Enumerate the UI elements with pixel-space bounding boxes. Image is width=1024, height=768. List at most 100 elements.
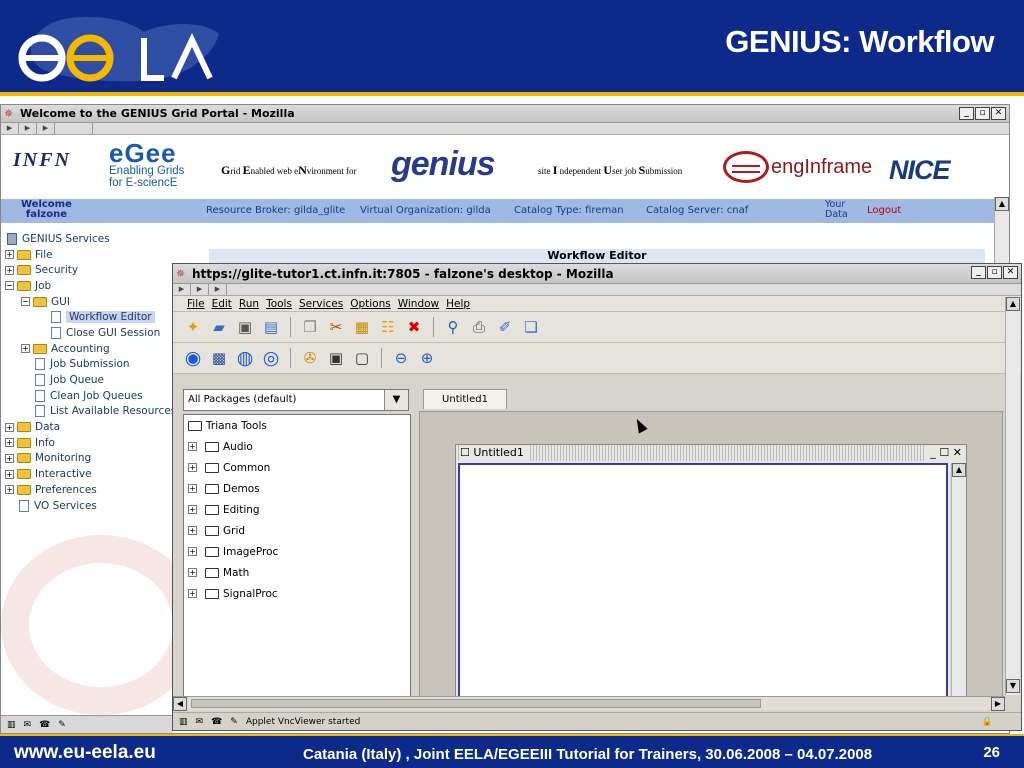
tree-item[interactable]: − Job <box>1 278 197 294</box>
delete-icon[interactable]: ✖ <box>404 317 424 337</box>
scroll-down-icon[interactable]: ▼ <box>1006 679 1020 693</box>
new-file-icon[interactable]: ✦ <box>183 317 203 337</box>
tree-item[interactable]: + Data <box>1 419 197 435</box>
tree-item[interactable]: VO Services <box>1 498 197 514</box>
tree-item[interactable]: + Interactive <box>1 466 197 482</box>
workflow-canvas[interactable] <box>458 463 948 699</box>
maximize-button[interactable]: ▫ <box>975 107 990 120</box>
canvas-scrollbar[interactable]: ▲ <box>951 463 966 699</box>
tree-item[interactable]: GENIUS Services <box>1 231 197 247</box>
collapse-icon[interactable]: − <box>5 281 14 291</box>
menu-tools[interactable]: Tools <box>266 298 292 310</box>
menu-file[interactable]: File <box>187 298 205 310</box>
zoom-out-icon[interactable]: ⊖ <box>391 348 411 368</box>
save-icon[interactable]: ▣ <box>235 317 255 337</box>
scroll-up-icon[interactable]: ▲ <box>995 197 1009 211</box>
tree-item[interactable]: Close GUI Session <box>1 325 197 341</box>
nav-toggle-1[interactable]: ▶ <box>1 123 19 134</box>
tab-untitled1[interactable]: Untitled1 <box>423 389 507 409</box>
print-icon[interactable]: ⎙ <box>469 317 489 337</box>
chevron-down-icon[interactable]: ▼ <box>384 390 408 410</box>
expand-icon[interactable]: + <box>5 438 14 448</box>
expand-icon[interactable]: + <box>5 265 14 275</box>
save-as-icon[interactable]: ▤ <box>261 317 281 337</box>
reset-icon[interactable]: ◎ <box>261 348 281 368</box>
tools-icon[interactable]: ✇ <box>300 348 320 368</box>
expand-icon[interactable]: + <box>5 469 14 479</box>
your-data-link[interactable]: Your Data <box>825 200 848 220</box>
nav-toggle-2[interactable]: ▶ <box>19 123 37 134</box>
packages-select[interactable]: All Packages (default) ▼ <box>183 389 409 411</box>
tree-item[interactable]: + Info <box>1 435 197 451</box>
tree-item[interactable]: + File <box>1 247 197 263</box>
minimize-button[interactable]: _ <box>971 266 986 279</box>
expand-icon[interactable]: + <box>188 589 197 598</box>
expand-icon[interactable]: + <box>5 250 14 260</box>
copy-icon[interactable]: ❐ <box>300 317 320 337</box>
expand-icon[interactable]: + <box>188 547 197 556</box>
tree-item[interactable]: + Monitoring <box>1 451 197 467</box>
tool-package-item[interactable]: + Demos <box>184 478 410 499</box>
tree-item[interactable]: Job Queue <box>1 372 197 388</box>
tool-package-item[interactable]: + SignalProc <box>184 583 410 604</box>
tool-package-item[interactable]: + Editing <box>184 499 410 520</box>
cut-icon[interactable]: ✂ <box>326 317 346 337</box>
tool-package-item[interactable]: + Audio <box>184 436 410 457</box>
paste-icon[interactable]: ▦ <box>352 317 372 337</box>
minimize-button[interactable]: _ <box>959 107 974 120</box>
tree-item[interactable]: Workflow Editor <box>1 309 197 325</box>
pause-icon[interactable]: ▩ <box>209 348 229 368</box>
tree-item[interactable]: List Available Resources <box>1 404 197 420</box>
tools-root[interactable]: Triana Tools <box>184 415 410 436</box>
tool-package-item[interactable]: + Common <box>184 457 410 478</box>
stop-icon[interactable]: ◍ <box>235 348 255 368</box>
zoom-in-icon[interactable]: ⊕ <box>417 348 437 368</box>
footer-url[interactable]: www.eu-eela.eu <box>14 742 156 764</box>
frame-controls[interactable]: _ ☐ ✕ <box>926 445 966 461</box>
close-button[interactable]: ✕ <box>991 107 1006 120</box>
tree-item[interactable]: Job Submission <box>1 357 197 373</box>
find-icon[interactable]: ⚲ <box>443 317 463 337</box>
menu-services[interactable]: Services <box>299 298 343 310</box>
scroll-thumb[interactable] <box>191 699 761 708</box>
scroll-left-icon[interactable]: ◀ <box>173 697 187 711</box>
tool-package-item[interactable]: + Math <box>184 562 410 583</box>
expand-icon[interactable]: + <box>188 568 197 577</box>
menu-help[interactable]: Help <box>446 298 470 310</box>
expand-icon[interactable]: + <box>5 485 14 495</box>
tree-item[interactable]: Clean Job Queues <box>1 388 197 404</box>
expand-icon[interactable]: + <box>5 422 14 432</box>
tree-item[interactable]: + Accounting <box>1 341 197 357</box>
expand-icon[interactable]: + <box>188 484 197 493</box>
scroll-right-icon[interactable]: ▶ <box>991 697 1005 711</box>
run-icon[interactable]: ◉ <box>183 348 203 368</box>
tree-item[interactable]: + Security <box>1 262 197 278</box>
nav-toggle-3[interactable]: ▶ <box>37 123 55 134</box>
help-book-icon[interactable]: ❏ <box>521 317 541 337</box>
nav-toggle-1[interactable]: ▶ <box>173 284 191 295</box>
open-folder-icon[interactable]: ▰ <box>209 317 229 337</box>
group-icon[interactable]: ▣ <box>326 348 346 368</box>
menu-options[interactable]: Options <box>350 298 391 310</box>
expand-icon[interactable]: + <box>188 463 197 472</box>
vnc-window-titlebar[interactable]: ✵ https://glite-tutor1.ct.infn.it:7805 -… <box>173 264 1021 284</box>
logout-link[interactable]: Logout <box>867 205 901 216</box>
close-button[interactable]: ✕ <box>1003 266 1018 279</box>
scroll-up-icon[interactable]: ▲ <box>1006 297 1020 311</box>
nav-toggle-4[interactable] <box>55 123 93 134</box>
collapse-icon[interactable]: − <box>21 297 30 307</box>
settings-wrench-icon[interactable]: ✐ <box>495 317 515 337</box>
ungroup-icon[interactable]: ▢ <box>352 348 372 368</box>
expand-icon[interactable]: + <box>188 505 197 514</box>
properties-icon[interactable]: ☷ <box>378 317 398 337</box>
untitled1-titlebar[interactable]: ☐ Untitled1 _ ☐ ✕ <box>456 445 966 461</box>
tool-package-item[interactable]: + Grid <box>184 520 410 541</box>
scroll-up-icon[interactable]: ▲ <box>952 463 966 477</box>
tree-item[interactable]: − GUI <box>1 294 197 310</box>
maximize-button[interactable]: ▫ <box>987 266 1002 279</box>
expand-icon[interactable]: + <box>188 442 197 451</box>
portal-window-titlebar[interactable]: ✵ Welcome to the GENIUS Grid Portal - Mo… <box>1 105 1009 123</box>
expand-icon[interactable]: + <box>21 344 30 354</box>
vnc-scrollbar[interactable]: ▲ ▼ <box>1005 297 1020 695</box>
tree-item[interactable]: + Preferences <box>1 482 197 498</box>
